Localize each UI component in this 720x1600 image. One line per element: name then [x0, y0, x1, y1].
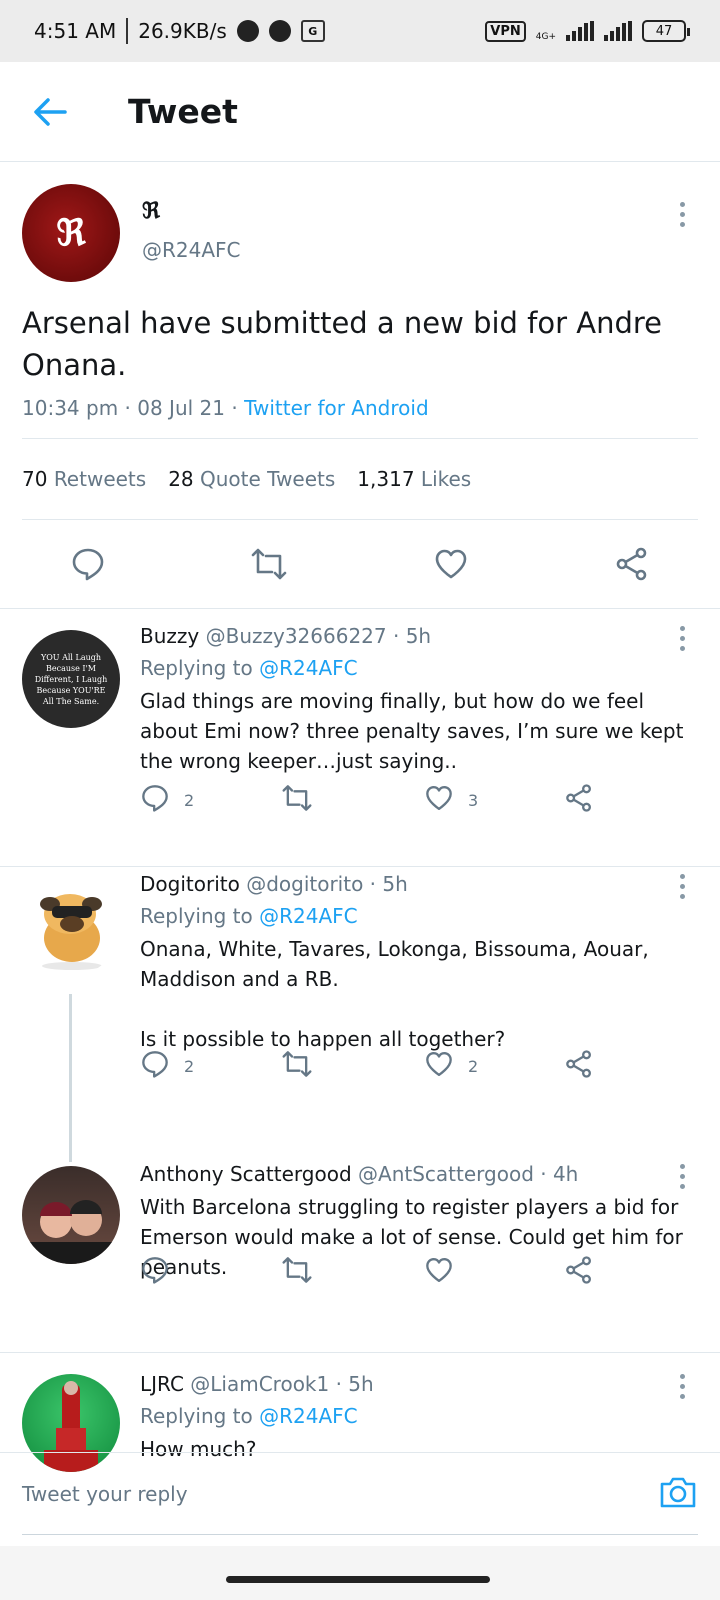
- reply-icon[interactable]: [140, 1255, 170, 1289]
- tweet-meta: 10:34 pm · 08 Jul 21 · Twitter for Andro…: [22, 396, 698, 439]
- replying-to: Replying to @R24AFC: [140, 1404, 358, 1428]
- like-icon[interactable]: [424, 783, 454, 817]
- status-time: 4:51 AM: [34, 19, 117, 43]
- avatar[interactable]: [22, 878, 120, 976]
- more-options-icon[interactable]: [680, 626, 686, 651]
- replying-to: Replying to @R24AFC: [140, 904, 358, 928]
- battery-icon: 47: [642, 20, 690, 42]
- retweet-icon[interactable]: [280, 783, 314, 817]
- tweet-stats: 70 Retweets 28 Quote Tweets 1,317 Likes: [22, 439, 698, 520]
- divider: [22, 1534, 698, 1535]
- status-separator: [126, 18, 129, 44]
- camera-icon[interactable]: [658, 1474, 698, 1514]
- share-icon[interactable]: [564, 1049, 594, 1083]
- retweets-stat[interactable]: 70 Retweets: [22, 467, 146, 491]
- more-options-icon[interactable]: [680, 874, 686, 899]
- avatar[interactable]: YOU All Laugh Because I'M Different, I L…: [22, 630, 120, 728]
- divider: [0, 866, 720, 867]
- reply-icon[interactable]: [68, 544, 108, 584]
- reply-count: 2: [184, 1056, 195, 1076]
- author-name[interactable]: ℜ: [142, 198, 241, 224]
- avatar[interactable]: [22, 1166, 120, 1264]
- like-icon[interactable]: [424, 1049, 454, 1083]
- tweet-source-link[interactable]: Twitter for Android: [244, 396, 429, 420]
- status-speed: 26.9KB/s: [138, 19, 227, 43]
- status-bar: 4:51 AM 26.9KB/s G VPN 4G+ 47: [0, 0, 720, 62]
- tweet-time: 10:34 pm · 08 Jul 21 ·: [22, 396, 245, 420]
- mention-link[interactable]: @R24AFC: [259, 1404, 358, 1428]
- reply-input[interactable]: Tweet your reply: [22, 1482, 188, 1506]
- mention-link[interactable]: @R24AFC: [259, 904, 358, 928]
- notification-dot-icon: [236, 20, 259, 42]
- share-icon[interactable]: [564, 1255, 594, 1289]
- likes-stat[interactable]: 1,317 Likes: [357, 467, 471, 491]
- translate-icon: G: [300, 20, 325, 42]
- network-type: 4G+: [535, 32, 556, 42]
- divider: [0, 1352, 720, 1353]
- like-count: 3: [468, 790, 479, 810]
- reply-icon[interactable]: [140, 1049, 170, 1083]
- notification-dot-icon: [268, 20, 291, 42]
- reply-author[interactable]: LJRC @LiamCrook1 · 5h: [140, 1372, 698, 1396]
- tweet-text: Arsenal have submitted a new bid for And…: [22, 306, 663, 382]
- like-icon[interactable]: [431, 544, 471, 584]
- share-icon[interactable]: [564, 783, 594, 817]
- replying-to: Replying to @R24AFC: [140, 656, 358, 680]
- divider: [0, 608, 720, 609]
- more-options-icon[interactable]: [680, 1164, 686, 1189]
- tweet-actions: [22, 520, 698, 606]
- more-options-icon[interactable]: [680, 1374, 686, 1399]
- avatar[interactable]: ℜ: [22, 184, 120, 282]
- quotes-stat[interactable]: 28 Quote Tweets: [168, 467, 335, 491]
- system-nav-bar: [0, 1546, 720, 1600]
- retweet-icon[interactable]: [249, 544, 289, 584]
- retweet-icon[interactable]: [280, 1049, 314, 1083]
- like-count: 2: [468, 1056, 479, 1076]
- page-title: Tweet: [128, 92, 238, 131]
- retweet-icon[interactable]: [280, 1255, 314, 1289]
- share-icon[interactable]: [612, 544, 652, 584]
- reply-author[interactable]: Anthony Scattergood @AntScattergood · 4h: [140, 1162, 698, 1186]
- thread-connector: [69, 994, 72, 1162]
- reply-author[interactable]: Buzzy @Buzzy32666227 · 5h: [140, 624, 698, 648]
- reply-count: 2: [184, 790, 195, 810]
- avatar-letter: ℜ: [56, 212, 86, 254]
- signal-icon: [566, 21, 594, 41]
- reply-composer[interactable]: Tweet your reply: [0, 1452, 720, 1534]
- author-handle[interactable]: @R24AFC: [142, 238, 241, 262]
- vpn-icon: VPN: [485, 20, 526, 42]
- signal-icon: [604, 21, 632, 41]
- home-gesture-bar[interactable]: [226, 1576, 490, 1583]
- reply-icon[interactable]: [140, 783, 170, 817]
- mention-link[interactable]: @R24AFC: [259, 656, 358, 680]
- reply-author[interactable]: Dogitorito @dogitorito · 5h: [140, 872, 698, 896]
- like-icon[interactable]: [424, 1255, 454, 1289]
- reply-text: Glad things are moving finally, but how …: [140, 689, 684, 773]
- more-options-icon[interactable]: [680, 202, 686, 227]
- header: Tweet: [0, 62, 720, 162]
- battery-level: 47: [655, 23, 673, 39]
- back-arrow-icon[interactable]: [22, 84, 78, 140]
- main-tweet: ℜ ℜ @R24AFC Arsenal have submitted a new…: [0, 162, 720, 606]
- reply-text: With Barcelona struggling to register pl…: [140, 1195, 683, 1279]
- reply-text: Onana, White, Tavares, Lokonga, Bissouma…: [140, 937, 649, 1051]
